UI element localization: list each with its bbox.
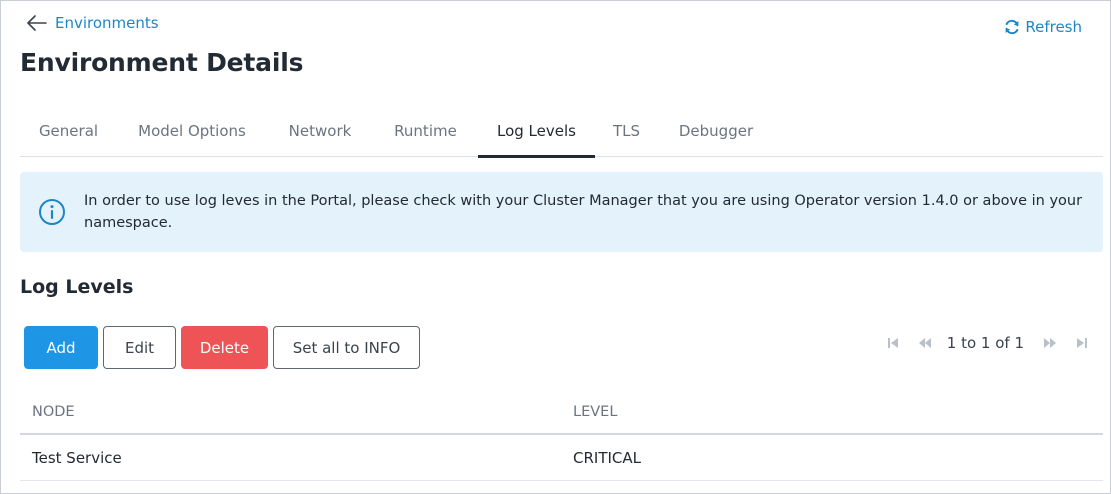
section-title: Log Levels [20,276,134,298]
info-banner: In order to use log leves in the Portal,… [20,172,1103,252]
table-row[interactable]: Test Service CRITICAL [20,435,1103,481]
first-page-icon[interactable] [883,333,903,353]
column-header-level[interactable]: LEVEL [561,404,1103,420]
delete-button[interactable]: Delete [181,326,268,369]
tab-runtime[interactable]: Runtime [373,105,478,157]
add-button[interactable]: Add [24,326,98,369]
info-circle-icon [39,199,65,225]
previous-page-icon[interactable] [915,333,935,353]
set-all-to-info-button[interactable]: Set all to INFO [273,326,420,369]
column-header-node[interactable]: NODE [20,404,561,420]
cell-node: Test Service [32,448,122,467]
page-title: Environment Details [20,48,304,77]
tab-general[interactable]: General [20,105,117,157]
back-to-environments-link[interactable]: Environments [27,12,159,34]
refresh-label: Refresh [1025,18,1082,36]
tab-debugger[interactable]: Debugger [658,105,774,157]
tab-log-levels[interactable]: Log Levels [478,105,595,158]
pagination: 1 to 1 of 1 [883,332,1092,354]
last-page-icon[interactable] [1072,333,1092,353]
refresh-button[interactable]: Refresh [1004,16,1082,38]
log-levels-table: NODE LEVEL Test Service CRITICAL [20,390,1103,481]
next-page-icon[interactable] [1040,333,1060,353]
arrow-left-icon [27,15,47,31]
table-header: NODE LEVEL [20,390,1103,435]
pagination-label: 1 to 1 of 1 [946,334,1024,352]
environment-details-page: Environments Refresh Environment Details… [0,0,1111,494]
info-banner-text: In order to use log leves in the Portal,… [84,193,1083,231]
refresh-icon [1005,19,1019,35]
back-link-label: Environments [55,14,159,32]
edit-button[interactable]: Edit [103,326,176,369]
tab-model-options[interactable]: Model Options [117,105,267,157]
tab-network[interactable]: Network [267,105,373,157]
tab-bar: General Model Options Network Runtime Lo… [20,105,1103,158]
tab-tls[interactable]: TLS [595,105,658,157]
cell-level: CRITICAL [573,448,641,467]
